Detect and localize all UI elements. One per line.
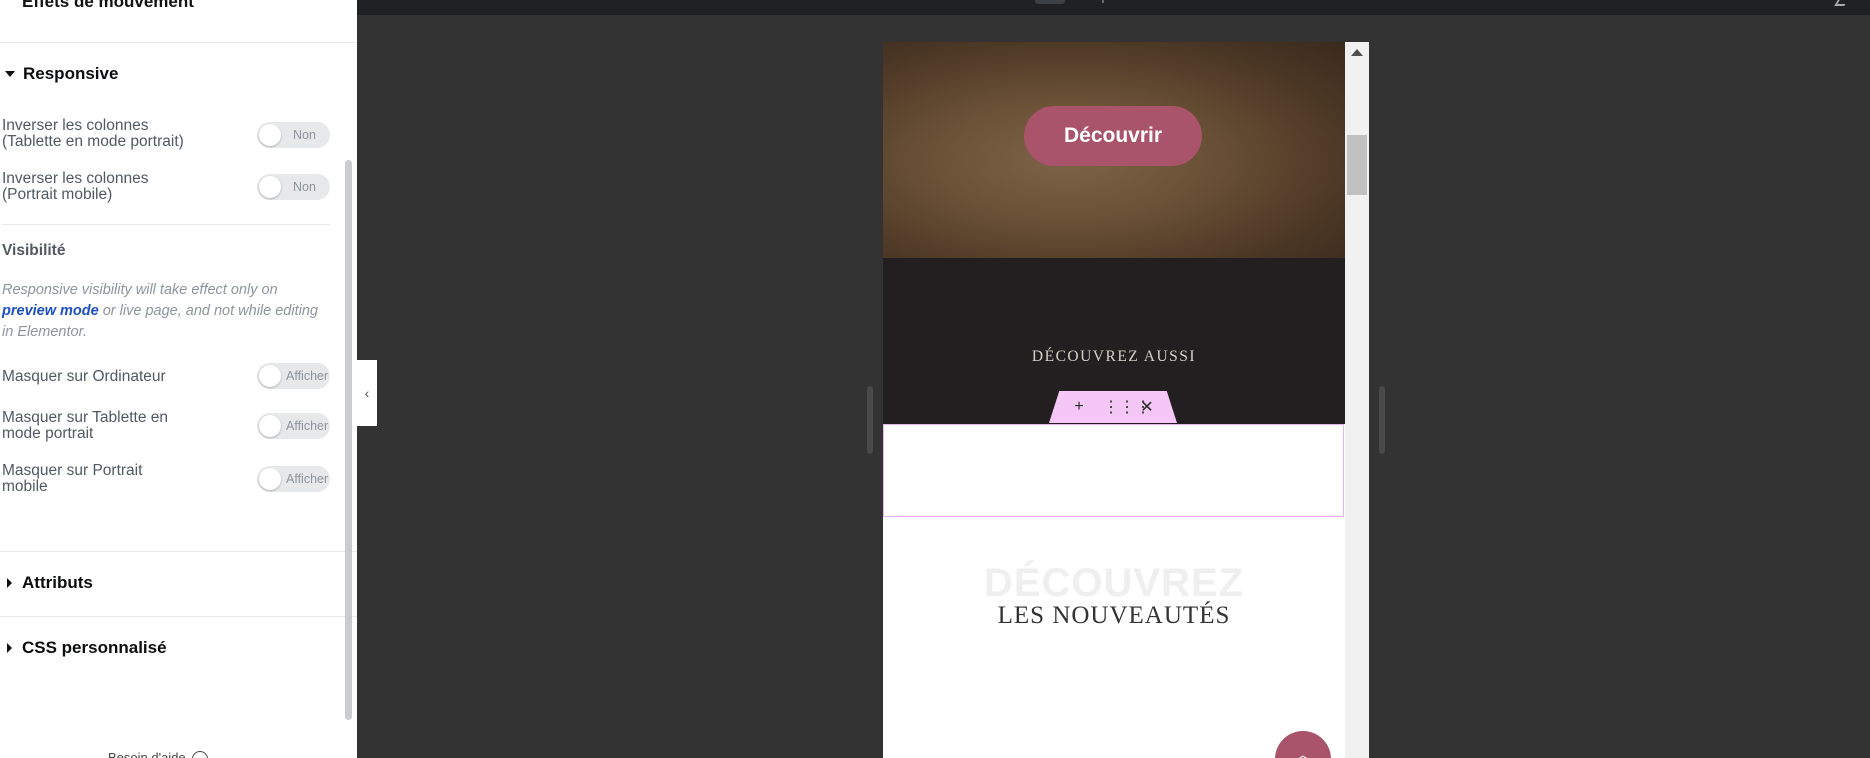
collapse-panel-button[interactable]: ‹ (357, 360, 377, 426)
help-link[interactable]: Besoin d'aide (108, 750, 208, 758)
mobile-preview-frame: Découvrir DÉCOUVREZ AUSSI + ⋮⋮⋮ ✕ DÉCOUV… (883, 42, 1369, 758)
discover-also-heading: DÉCOUVREZ AUSSI (1031, 348, 1197, 365)
panel-scrollbar[interactable] (345, 160, 352, 720)
reverse-columns-mobile-label: Inverser les colonnes (Portrait mobile) (2, 171, 148, 203)
caret-down-icon (5, 71, 15, 77)
toggle-state: Non (293, 180, 316, 194)
preview-resize-handle-left[interactable] (867, 386, 873, 454)
section-responsive-header[interactable]: Responsive (0, 62, 118, 86)
label-line: Inverser les colonnes (2, 117, 149, 134)
divider (2, 224, 330, 225)
editor-panel: Effets de mouvement Responsive Inverser … (0, 0, 357, 758)
toggle-knob (259, 415, 281, 437)
scrollbar-thumb[interactable] (1347, 135, 1367, 195)
preview-scrollbar[interactable] (1345, 42, 1369, 758)
section-attributes-header[interactable]: Attributs (0, 571, 93, 595)
toggle-knob (259, 176, 281, 198)
delete-section-icon[interactable]: ✕ (1137, 397, 1157, 417)
question-icon (191, 750, 208, 758)
label-line: mode portrait (2, 425, 94, 442)
hide-tablet-label: Masquer sur Tablette en mode portrait (2, 410, 168, 442)
top-right-icon[interactable] (1834, 0, 1848, 6)
news-ghost-heading: DÉCOUVREZ (983, 561, 1245, 605)
hide-desktop-toggle[interactable]: Afficher (257, 363, 330, 389)
section-responsive-title: Responsive (23, 64, 119, 83)
scroll-up-arrow-icon[interactable] (1351, 49, 1363, 56)
chevron-up-icon: ︿ (1294, 747, 1311, 758)
label-line: Masquer sur Ordinateur (2, 368, 166, 385)
add-section-icon[interactable]: + (1069, 398, 1089, 416)
label-line: (Portrait mobile) (2, 186, 113, 203)
section-toolbar: + ⋮⋮⋮ ✕ (1049, 391, 1177, 423)
toggle-knob (259, 468, 281, 490)
label-line: Masquer sur Tablette en (2, 409, 169, 426)
reverse-columns-tablet-toggle[interactable]: Non (257, 122, 330, 148)
visibility-heading: Visibilité (2, 242, 66, 259)
section-title-motion-effects[interactable]: Effets de mouvement (22, 0, 194, 12)
toggle-knob (259, 365, 281, 387)
toggle-state: Afficher (286, 419, 329, 433)
hide-mobile-toggle[interactable]: Afficher (257, 466, 330, 492)
discover-button[interactable]: Découvrir (1024, 106, 1202, 166)
preview-mode-link[interactable]: preview mode (2, 303, 99, 319)
device-switcher-chip[interactable] (1035, 0, 1065, 4)
toggle-state: Afficher (286, 472, 329, 486)
reverse-columns-tablet-label: Inverser les colonnes (Tablette en mode … (2, 118, 184, 150)
label-line: Masquer sur Portrait (2, 462, 143, 479)
drag-section-icon[interactable]: ⋮⋮⋮ (1103, 397, 1151, 417)
reverse-columns-mobile-toggle[interactable]: Non (257, 174, 330, 200)
caret-right-icon (7, 578, 12, 588)
section-attributes-title: Attributs (22, 573, 93, 592)
note-text: Responsive visibility will take effect o… (2, 282, 278, 298)
toggle-state: Afficher (286, 369, 329, 383)
hide-tablet-toggle[interactable]: Afficher (257, 413, 330, 439)
responsive-visibility-note: Responsive visibility will take effect o… (2, 280, 322, 343)
help-text: Besoin d'aide (108, 750, 186, 758)
hide-mobile-label: Masquer sur Portrait mobile (2, 463, 142, 495)
section-custom-css-title: CSS personnalisé (22, 638, 167, 657)
label-line: (Tablette en mode portrait) (2, 133, 184, 150)
label-line: mobile (2, 478, 48, 495)
preview-resize-handle-right[interactable] (1379, 386, 1385, 454)
divider (0, 551, 357, 552)
section-custom-css-header[interactable]: CSS personnalisé (0, 636, 167, 660)
hero-section: Découvrir (883, 42, 1345, 258)
toggle-knob (259, 124, 281, 146)
divider (0, 616, 357, 617)
news-title: LES NOUVEAUTÉS (997, 602, 1231, 629)
divider (0, 42, 357, 43)
news-section: DÉCOUVREZ LES NOUVEAUTÉS (883, 517, 1345, 758)
caret-right-icon (7, 643, 12, 653)
toggle-state: Non (293, 128, 316, 142)
top-bar-marker (1102, 0, 1104, 3)
label-line: Inverser les colonnes (2, 170, 149, 187)
chevron-left-icon: ‹ (364, 385, 370, 401)
hide-desktop-label: Masquer sur Ordinateur (2, 369, 166, 385)
selected-empty-section[interactable] (883, 424, 1344, 517)
